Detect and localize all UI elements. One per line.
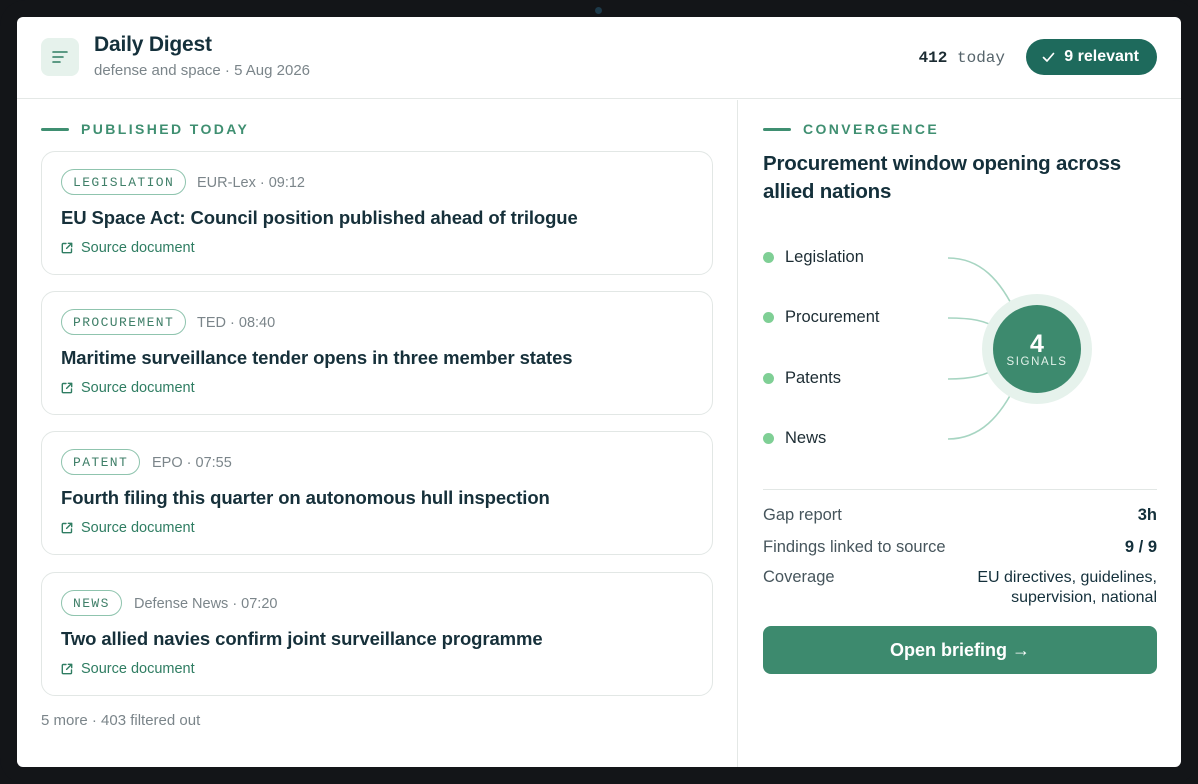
category-tag: NEWS bbox=[61, 590, 122, 616]
external-link-icon bbox=[61, 663, 73, 675]
check-icon bbox=[1042, 52, 1055, 62]
convergence-panel: CONVERGENCE Procurement window opening a… bbox=[739, 100, 1181, 767]
digest-card-procurement[interactable]: PROCUREMENT TED · 08:40 Maritime surveil… bbox=[41, 291, 713, 415]
app-header: Daily Digest defense and space · 5 Aug 2… bbox=[17, 17, 1181, 99]
coverage-line: supervision, national bbox=[1011, 588, 1157, 606]
relevant-label: 9 relevant bbox=[1064, 48, 1139, 65]
source-document-link[interactable]: Source document bbox=[61, 520, 195, 536]
signal-dot bbox=[763, 252, 774, 263]
digest-card-news[interactable]: NEWS Defense News · 07:20 Two allied nav… bbox=[41, 572, 713, 696]
source-document-link[interactable]: Source document bbox=[61, 661, 195, 677]
card-meta: TED · 08:40 bbox=[197, 315, 276, 331]
source-document-link[interactable]: Source document bbox=[61, 380, 195, 396]
signal-label: News bbox=[785, 429, 827, 447]
source-link-label: Source document bbox=[81, 520, 195, 536]
card-title: EU Space Act: Council position published… bbox=[61, 207, 578, 228]
gap-report-label: Gap report bbox=[763, 506, 842, 524]
stats-divider bbox=[763, 489, 1157, 490]
hub-signal-label: SIGNALS bbox=[1006, 356, 1068, 368]
findings-value: 9 / 9 bbox=[1124, 538, 1157, 556]
page-subtitle: defense and space · 5 Aug 2026 bbox=[94, 62, 311, 79]
card-meta: EPO · 07:55 bbox=[152, 455, 232, 471]
gap-report-value: 3h bbox=[1137, 506, 1157, 524]
tablet-frame: Daily Digest defense and space · 5 Aug 2… bbox=[0, 0, 1198, 784]
source-document-link[interactable]: Source document bbox=[61, 240, 195, 256]
signal-patents: Patents bbox=[763, 369, 841, 388]
coverage-line: EU directives, guidelines, bbox=[977, 569, 1157, 586]
page-title: Daily Digest bbox=[94, 33, 212, 56]
published-section-text: PUBLISHED TODAY bbox=[81, 121, 250, 137]
signal-dot bbox=[763, 312, 774, 323]
hub-signal-count: 4 bbox=[1030, 330, 1044, 358]
category-tag: PATENT bbox=[61, 449, 141, 475]
source-link-label: Source document bbox=[81, 380, 195, 396]
external-link-icon bbox=[61, 522, 73, 534]
card-meta: EUR-Lex · 09:12 bbox=[197, 175, 305, 191]
more-items-text: 5 more · 403 filtered out bbox=[41, 712, 201, 729]
source-link-label: Source document bbox=[81, 661, 195, 677]
convergence-title: Procurement window opening across allied… bbox=[763, 152, 1121, 203]
menu-icon bbox=[52, 51, 68, 63]
open-briefing-button[interactable]: Open briefing → bbox=[763, 626, 1157, 674]
card-title: Two allied navies confirm joint surveill… bbox=[61, 628, 543, 649]
today-count: 412 today bbox=[919, 49, 1005, 67]
published-column: PUBLISHED TODAY LEGISLATION EUR-Lex · 09… bbox=[17, 100, 738, 767]
card-meta: Defense News · 07:20 bbox=[134, 596, 278, 612]
signal-convergence-diagram bbox=[947, 257, 1092, 440]
external-link-icon bbox=[61, 242, 73, 254]
app-screen: Daily Digest defense and space · 5 Aug 2… bbox=[17, 17, 1181, 767]
signal-label: Legislation bbox=[785, 248, 864, 266]
signal-label: Patents bbox=[785, 369, 841, 387]
today-count-suffix: today bbox=[947, 49, 1005, 67]
published-section-label: PUBLISHED TODAY bbox=[41, 121, 249, 137]
external-link-icon bbox=[61, 382, 73, 394]
convergence-section-text: CONVERGENCE bbox=[803, 121, 940, 137]
section-accent-bar bbox=[763, 127, 791, 131]
camera-dot bbox=[595, 7, 602, 14]
signal-legislation: Legislation bbox=[763, 248, 864, 267]
signal-news: News bbox=[763, 429, 826, 448]
relevant-filter-button[interactable]: 9 relevant bbox=[1026, 39, 1157, 75]
category-tag: LEGISLATION bbox=[61, 169, 187, 195]
source-link-label: Source document bbox=[81, 240, 195, 256]
digest-card-patent[interactable]: PATENT EPO · 07:55 Fourth filing this qu… bbox=[41, 431, 713, 555]
findings-label: Findings linked to source bbox=[763, 538, 946, 556]
convergence-section-label: CONVERGENCE bbox=[763, 121, 939, 137]
today-count-number: 412 bbox=[918, 49, 948, 67]
coverage-value: EU directives, guidelines, supervision, … bbox=[927, 568, 1157, 607]
signal-dot bbox=[763, 433, 774, 444]
category-tag: PROCUREMENT bbox=[61, 309, 187, 335]
section-accent-bar bbox=[41, 127, 69, 131]
signal-dot bbox=[763, 373, 774, 384]
coverage-label: Coverage bbox=[763, 568, 835, 586]
menu-button[interactable] bbox=[41, 38, 79, 76]
signal-label: Procurement bbox=[785, 308, 880, 326]
digest-card-legislation[interactable]: LEGISLATION EUR-Lex · 09:12 EU Space Act… bbox=[41, 151, 713, 275]
card-title: Maritime surveillance tender opens in th… bbox=[61, 347, 573, 368]
signal-procurement: Procurement bbox=[763, 308, 879, 327]
card-title: Fourth filing this quarter on autonomous… bbox=[61, 487, 550, 508]
